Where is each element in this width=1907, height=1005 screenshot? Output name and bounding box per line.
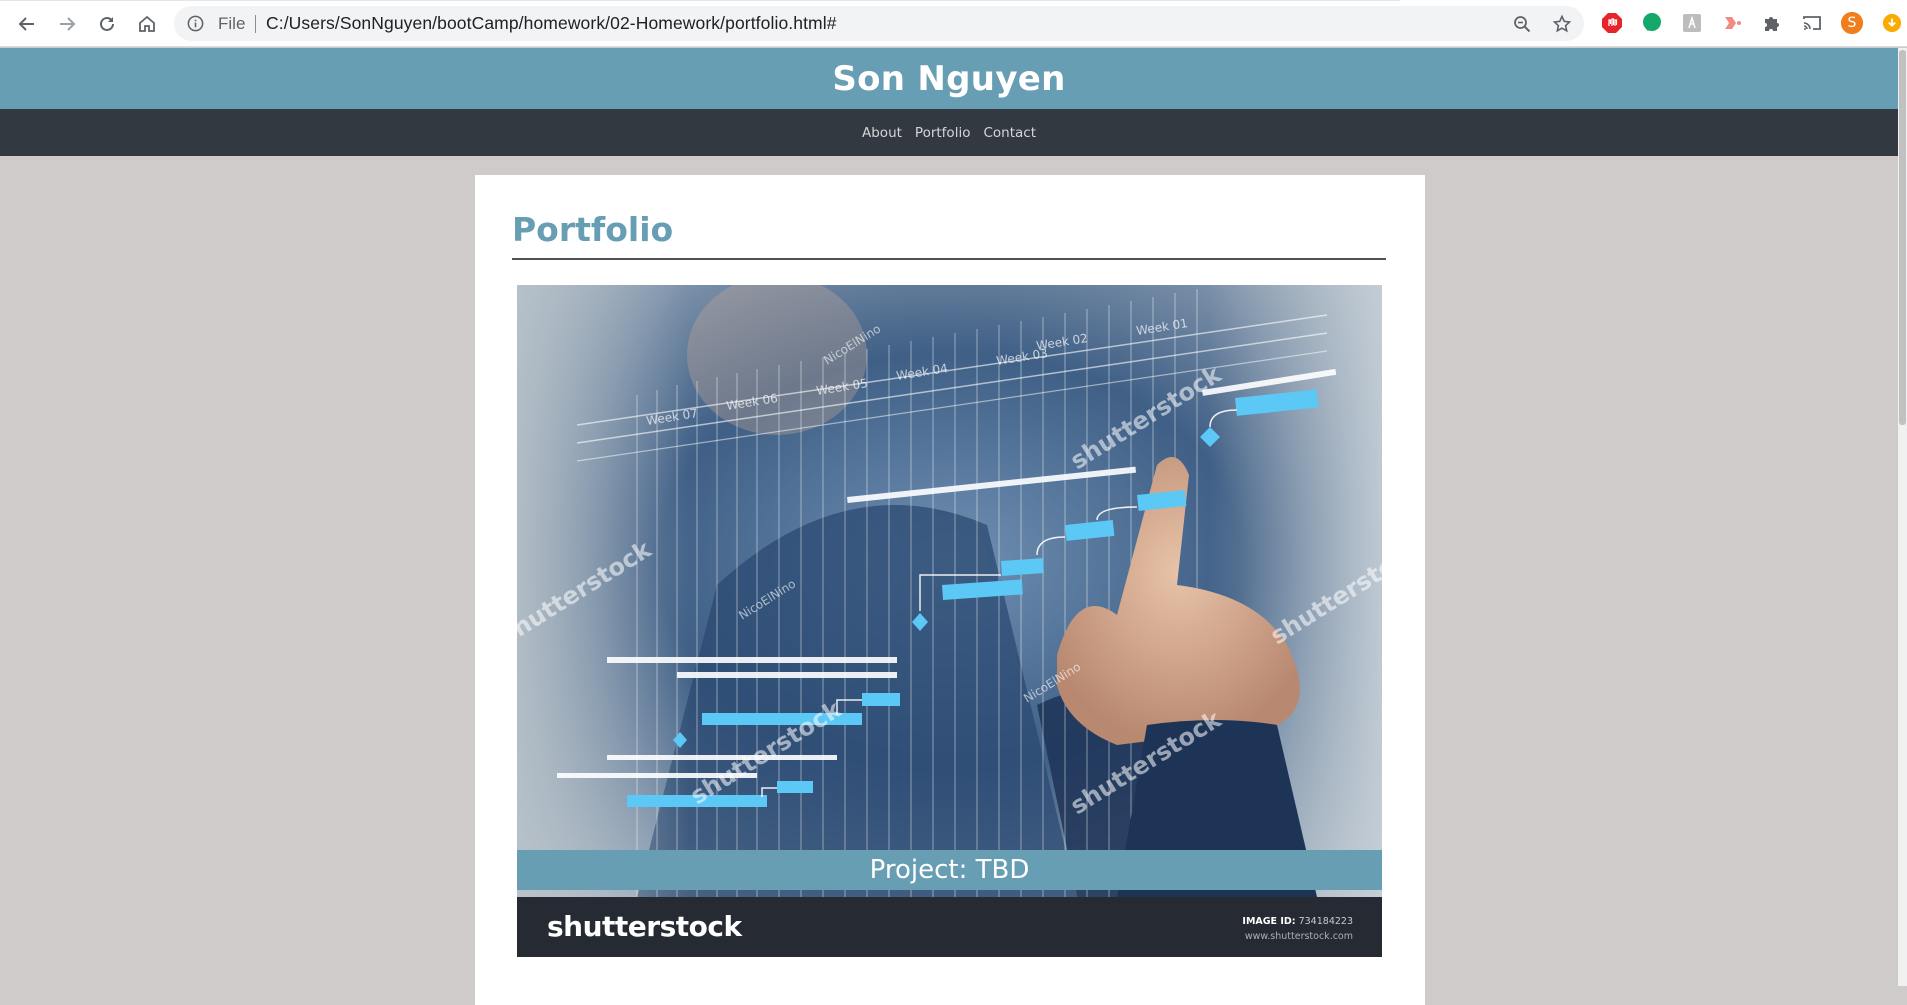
browser-toolbar: File C:/Users/SonNguyen/bootCamp/homewor… [0,0,1907,47]
reload-icon[interactable] [92,9,122,39]
nav-contact-link[interactable]: Contact [983,125,1036,141]
site-header: Son Nguyen [0,48,1898,109]
grammarly-icon[interactable] [1640,11,1664,35]
scrollbar-thumb[interactable] [1899,50,1906,425]
back-icon[interactable] [12,9,42,39]
info-icon[interactable] [186,14,205,33]
extension-icon[interactable] [1680,11,1704,35]
puzzle-icon[interactable] [1760,11,1784,35]
home-icon[interactable] [132,9,162,39]
project-image: Week 01 Week 02 Week 03 Week 04 Week 05 … [517,285,1382,897]
profile-avatar[interactable]: S [1840,11,1864,35]
image-id-block: IMAGE ID: 734184223 www.shutterstock.com [1242,914,1353,944]
address-divider [255,15,256,33]
portfolio-card: Portfolio Week 01 Week 02 Week 03 Week 0… [475,175,1425,1005]
star-icon[interactable] [1552,14,1572,34]
cast-icon[interactable] [1800,11,1824,35]
project-tile[interactable]: Week 01 Week 02 Week 03 Week 04 Week 05 … [517,285,1382,957]
shutterstock-logo: shutterstock [547,910,742,943]
file-scheme-label: File [218,14,246,33]
profile-initial: S [1847,15,1857,31]
site-nav: About Portfolio Contact [0,109,1898,156]
address-bar[interactable]: File C:/Users/SonNguyen/bootCamp/homewor… [174,6,1584,41]
forward-icon[interactable] [52,9,82,39]
stock-footer: shutterstock IMAGE ID: 734184223 www.shu… [517,897,1382,957]
adblock-icon[interactable] [1600,11,1624,35]
site-title: Son Nguyen [832,58,1066,99]
page-scrollbar[interactable] [1898,48,1907,986]
zoom-icon[interactable] [1512,14,1532,34]
image-id-value: 734184223 [1298,916,1353,927]
project-caption[interactable]: Project: TBD [517,850,1382,890]
pointer-extension-icon[interactable] [1720,11,1744,35]
image-id-label: IMAGE ID: [1242,916,1296,927]
tab-strip-edge [0,0,1400,1]
url-text[interactable]: C:/Users/SonNguyen/bootCamp/homework/02-… [266,13,837,34]
update-icon[interactable] [1882,11,1902,35]
nav-portfolio-link[interactable]: Portfolio [915,125,971,141]
page-title: Portfolio [512,210,674,249]
image-site: www.shutterstock.com [1244,931,1353,942]
heading-divider [512,258,1386,260]
nav-about-link[interactable]: About [862,125,902,141]
